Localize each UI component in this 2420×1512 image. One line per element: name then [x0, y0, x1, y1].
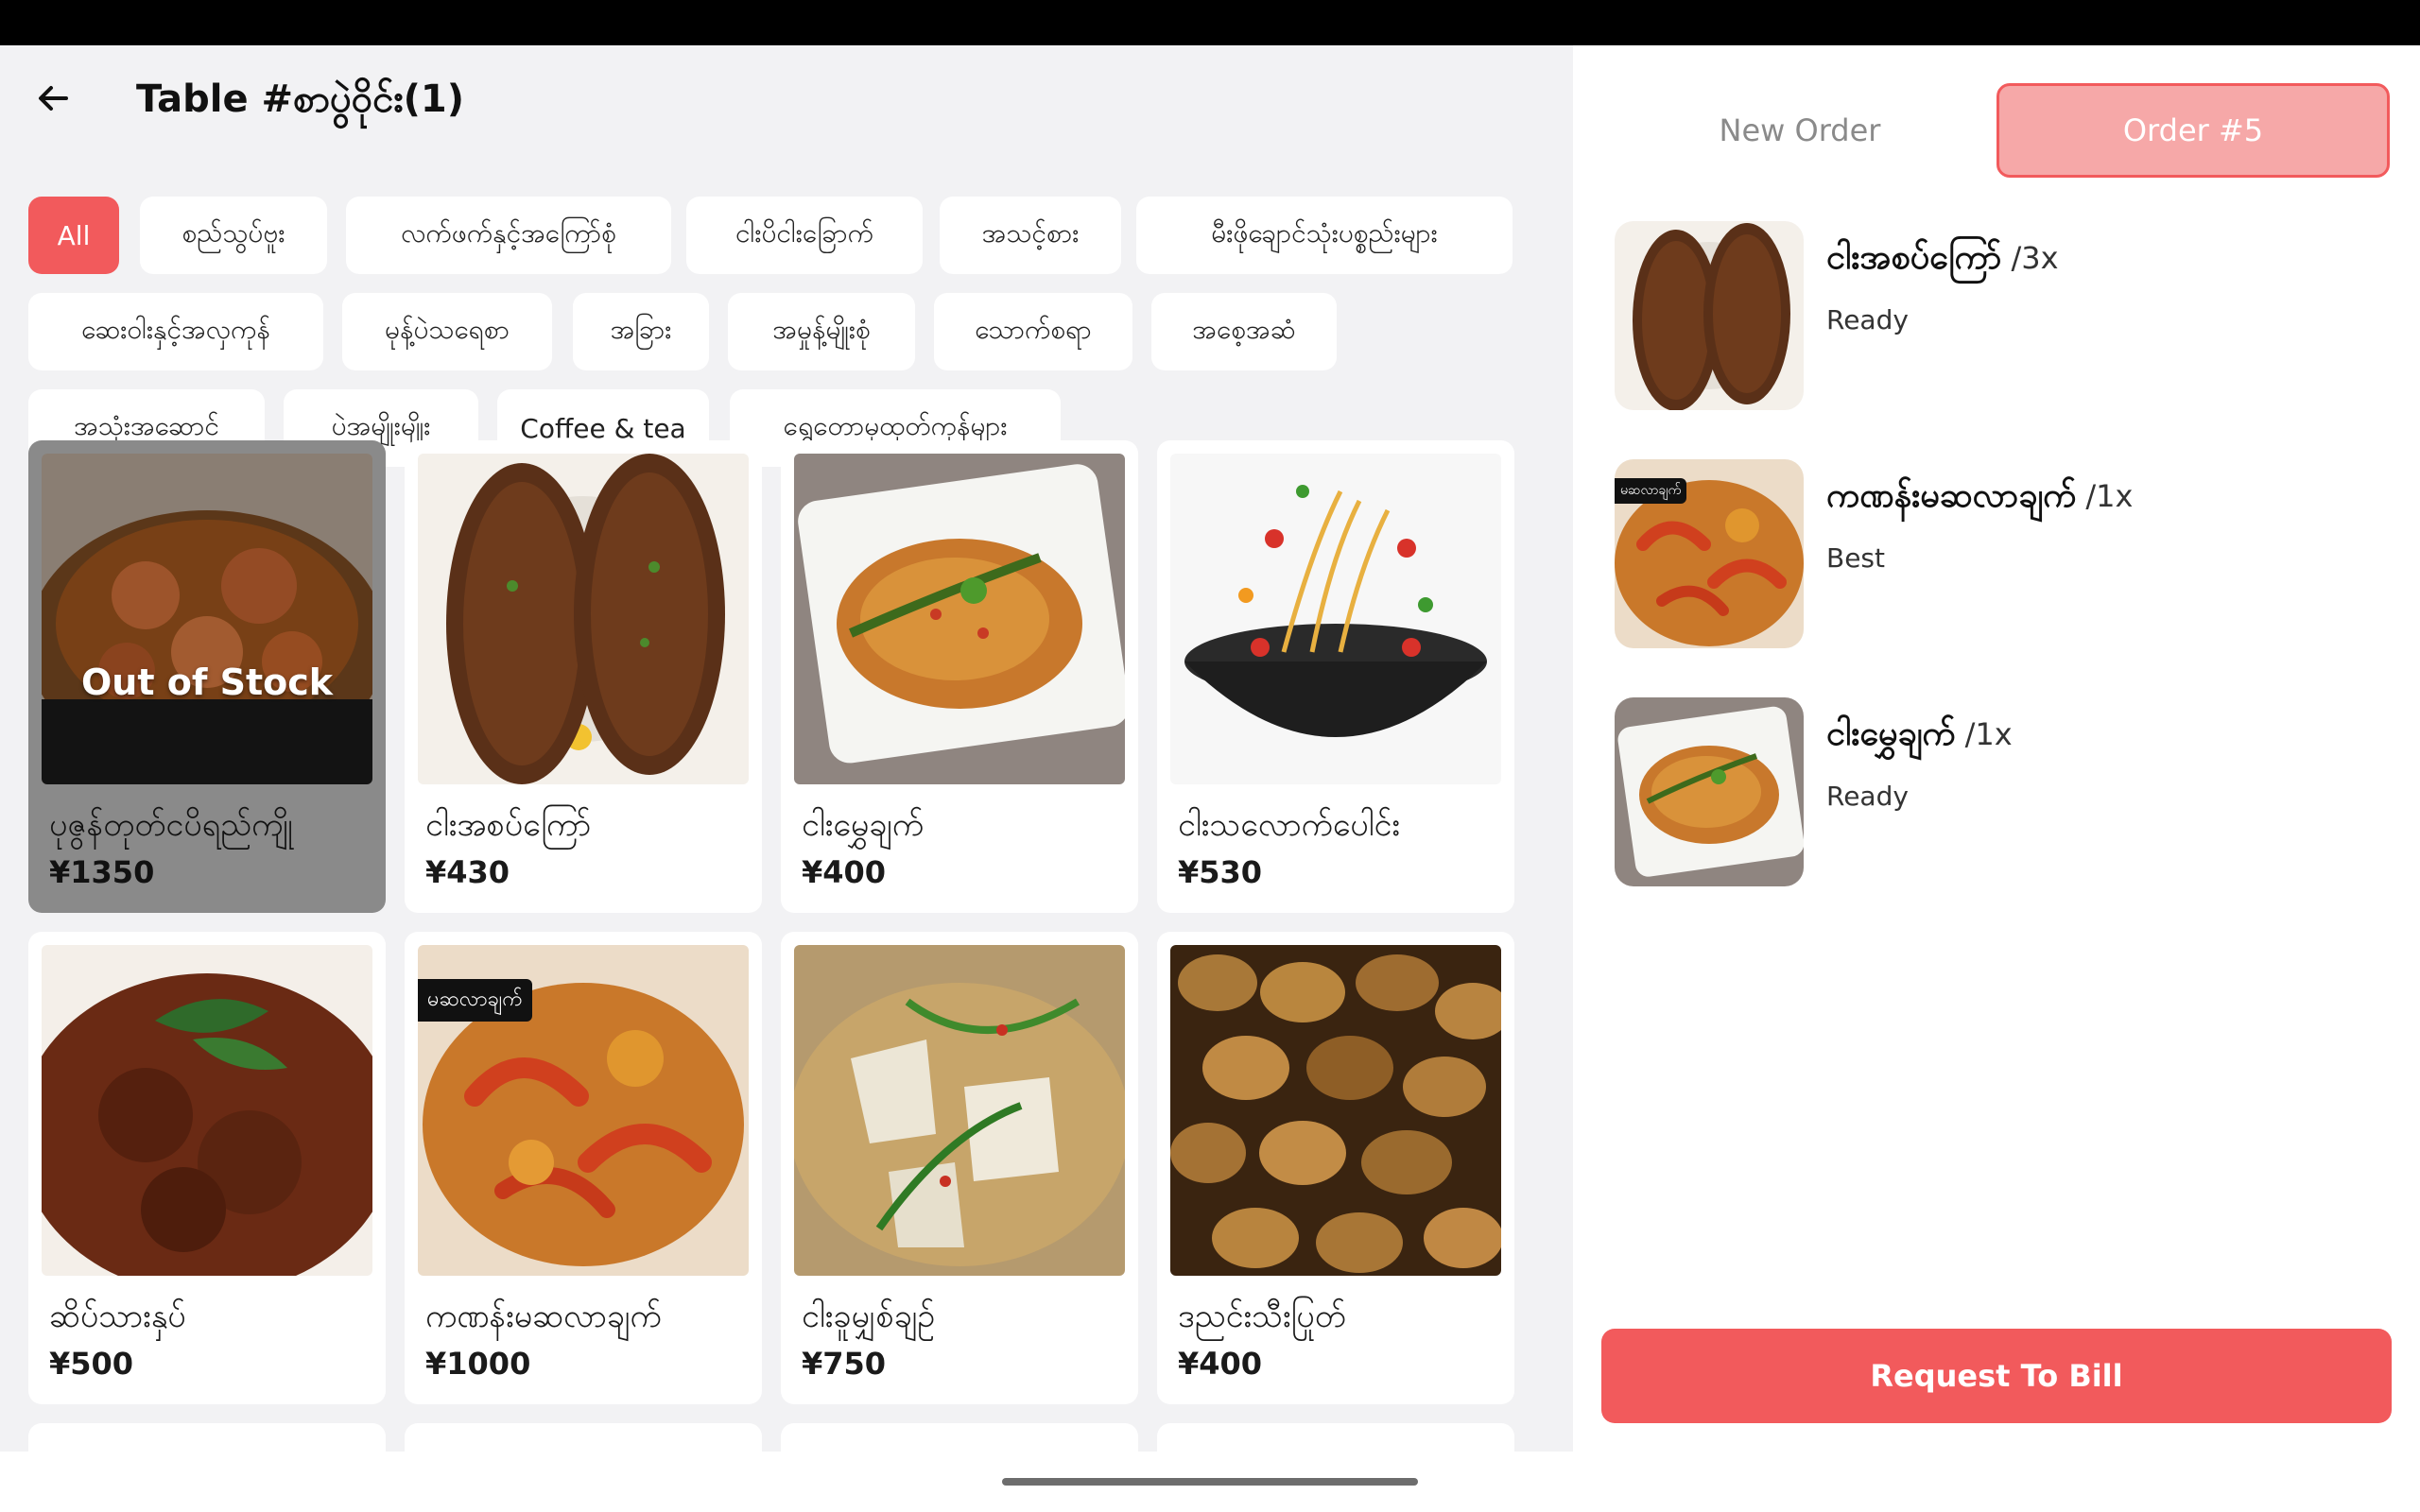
order-item-name: ငါးမွှေချက်/1x: [1826, 714, 2013, 753]
product-card[interactable]: Out of Stock ပုဇွန်တုတ်ငပိရည်ကျို ¥1350: [28, 440, 386, 913]
order-item-name: ငါးအစပ်ကြော်/3x: [1826, 238, 2059, 277]
order-item[interactable]: မဆလာချက် ကဏန်းမဆလာချက်/1x Best: [1615, 459, 2390, 648]
product-price: ¥1350: [49, 854, 155, 890]
order-item-status: Ready: [1826, 304, 1909, 335]
product-card[interactable]: ငါးအစပ်ကြော် ¥430: [405, 440, 762, 913]
menu-panel: Table #စာပွဲဝိုင်း(1) All စည်သွပ်ဗူး လက်…: [0, 45, 1573, 1452]
product-name: ငါးအစပ်ကြော်: [425, 806, 592, 844]
product-card[interactable]: ငါးခူမျှစ်ချဉ် ¥750: [781, 932, 1138, 1404]
product-name: ပုဇွန်တုတ်ငပိရည်ကျို: [49, 806, 293, 844]
product-name: ငါးခူမျှစ်ချဉ်: [802, 1297, 936, 1335]
product-name: ငါးသလောက်ပေါင်း: [1178, 806, 1401, 844]
product-price: ¥1000: [425, 1346, 531, 1382]
product-image: [1170, 945, 1501, 1276]
product-price: ¥400: [802, 854, 887, 890]
category-chip[interactable]: အခြား: [573, 293, 709, 370]
out-of-stock-label: Out of Stock: [80, 662, 334, 703]
product-price: ¥400: [1178, 1346, 1263, 1382]
product-card[interactable]: ငါးမွှေချက် ¥400: [781, 440, 1138, 913]
order-item-image: [1615, 221, 1804, 410]
product-price: ¥750: [802, 1346, 887, 1382]
product-name: ဒညင်းသီးပြုတ်: [1178, 1297, 1346, 1335]
order-item-status: Ready: [1826, 781, 1909, 812]
category-chip[interactable]: အသင့်စား: [940, 197, 1121, 274]
product-card-partial[interactable]: [28, 1423, 386, 1452]
order-tabs: New Order Order #5: [1573, 83, 2420, 178]
promo-tag: မဆလာချက်: [1615, 478, 1687, 504]
order-item-image: မဆလာချက်: [1615, 459, 1804, 648]
product-price: ¥530: [1178, 854, 1263, 890]
product-name: ကဏန်းမဆလာချက်: [425, 1297, 662, 1335]
product-card[interactable]: မဆလာချက် ကဏန်းမဆလာချက် ¥1000: [405, 932, 762, 1404]
product-card[interactable]: ဒညင်းသီးပြုတ် ¥400: [1157, 932, 1514, 1404]
order-item[interactable]: ငါးမွှေချက်/1x Ready: [1615, 697, 2390, 886]
category-chip[interactable]: စည်သွပ်ဗူး: [140, 197, 327, 274]
category-chip[interactable]: ဆေးဝါးနှင့်အလှကုန်: [28, 293, 323, 370]
category-chip[interactable]: သောက်စရာ: [934, 293, 1132, 370]
product-image: [794, 454, 1125, 784]
status-bar: [0, 0, 2420, 45]
category-chip[interactable]: မီးဖိုချောင်သုံးပစ္စည်းများ: [1136, 197, 1512, 274]
tab-new-order[interactable]: New Order: [1611, 83, 1989, 178]
product-image: [418, 454, 749, 784]
page-title: Table #စာပွဲဝိုင်း(1): [136, 77, 464, 121]
category-chip[interactable]: မုန့်ပဲသရေစာ: [342, 293, 552, 370]
category-chip[interactable]: လက်ဖက်နှင့်အကြော်စုံ: [346, 197, 671, 274]
product-card-partial[interactable]: [405, 1423, 762, 1452]
product-card-partial[interactable]: [1157, 1423, 1514, 1452]
home-indicator[interactable]: [1002, 1478, 1418, 1486]
request-bill-button[interactable]: Request To Bill: [1601, 1329, 2392, 1423]
product-card[interactable]: ငါးသလောက်ပေါင်း ¥530: [1157, 440, 1514, 913]
order-item-qty: /3x: [2011, 240, 2059, 276]
category-chip-all[interactable]: All: [28, 197, 119, 274]
product-card[interactable]: ဆိပ်သားနှပ် ¥500: [28, 932, 386, 1404]
product-price: ¥430: [425, 854, 510, 890]
order-item-qty: /1x: [2085, 478, 2134, 514]
order-item-qty: /1x: [1964, 716, 2013, 752]
page-header: Table #စာပွဲဝိုင်း(1): [0, 45, 1573, 149]
back-button[interactable]: [28, 74, 78, 123]
product-price: ¥500: [49, 1346, 134, 1382]
order-item-status: Best: [1826, 542, 1886, 574]
product-image: Out of Stock: [42, 454, 372, 784]
category-chip[interactable]: ငါးပိငါးခြောက်: [686, 197, 923, 274]
arrow-left-icon: [39, 86, 68, 111]
product-card-partial[interactable]: [781, 1423, 1138, 1452]
product-name: ငါးမွှေချက်: [802, 806, 925, 844]
promo-tag: မဆလာချက်: [418, 979, 532, 1022]
order-item[interactable]: ငါးအစပ်ကြော်/3x Ready: [1615, 221, 2390, 410]
tab-current-order[interactable]: Order #5: [1996, 83, 2390, 178]
product-image: မဆလာချက်: [418, 945, 749, 1276]
product-image: [794, 945, 1125, 1276]
product-image: [1170, 454, 1501, 784]
order-panel: New Order Order #5 ငါးအစပ်ကြော်/3x Ready: [1573, 45, 2420, 1452]
order-item-name: ကဏန်းမဆလာချက်/1x: [1826, 476, 2134, 515]
category-chip[interactable]: အစေ့အဆံ: [1151, 293, 1337, 370]
category-chip[interactable]: အမှုန့်မျိုးစုံ: [728, 293, 915, 370]
product-image: [42, 945, 372, 1276]
product-name: ဆိပ်သားနှပ်: [49, 1297, 186, 1335]
order-item-image: [1615, 697, 1804, 886]
